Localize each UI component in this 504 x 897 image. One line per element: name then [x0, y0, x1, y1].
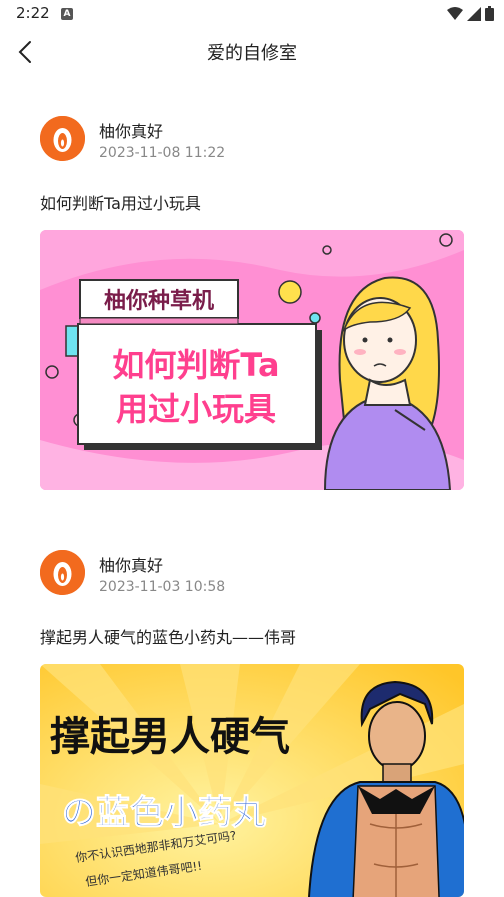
status-icons [447, 6, 494, 21]
cover-line-1: 如何判断Ta [112, 346, 279, 384]
author-name: 柚你真好 [99, 122, 164, 141]
signal-icon [467, 6, 481, 21]
cover-line-2: 用过小玩具 [116, 390, 276, 428]
battery-icon [485, 6, 494, 21]
post-time: 2023-11-03 10:58 [99, 579, 226, 595]
status-notification-icon: A [61, 8, 73, 20]
cover-line-1: 撑起男人硬气 [50, 714, 290, 760]
nav-bar: 爱的自修室 [0, 28, 504, 76]
cover-image[interactable]: 柚你种草机 如何判断Ta 用过小玩具 [40, 230, 464, 490]
post-card[interactable]: 柚你真好 2023-11-03 10:58 撑起男人硬气的蓝色小药丸——伟哥 撑… [40, 550, 464, 897]
cover-tag: 柚你种草机 [104, 288, 214, 314]
cover-image[interactable]: 撑起男人硬气 の蓝色小药丸 你不认识西地那非和万艾可吗? 但你一定知道伟哥吧!! [40, 664, 464, 897]
cover-line-2: の蓝色小药丸 [62, 793, 266, 833]
avatar[interactable] [40, 116, 85, 161]
post-title[interactable]: 如何判断Ta用过小玩具 [40, 190, 201, 214]
post-time: 2023-11-08 11:22 [99, 145, 226, 161]
brand-logo-icon [40, 116, 85, 161]
page-title: 爱的自修室 [207, 43, 297, 64]
wifi-icon [447, 6, 463, 20]
author-name: 柚你真好 [99, 556, 164, 575]
status-time: 2:22 [16, 4, 50, 22]
avatar[interactable] [40, 550, 85, 595]
post-card[interactable]: 柚你真好 2023-11-08 11:22 如何判断Ta用过小玩具 柚你种草机 … [40, 116, 464, 496]
post-title[interactable]: 撑起男人硬气的蓝色小药丸——伟哥 [40, 624, 296, 648]
brand-logo-icon [40, 550, 85, 595]
status-bar: 2:22 A [0, 0, 504, 28]
